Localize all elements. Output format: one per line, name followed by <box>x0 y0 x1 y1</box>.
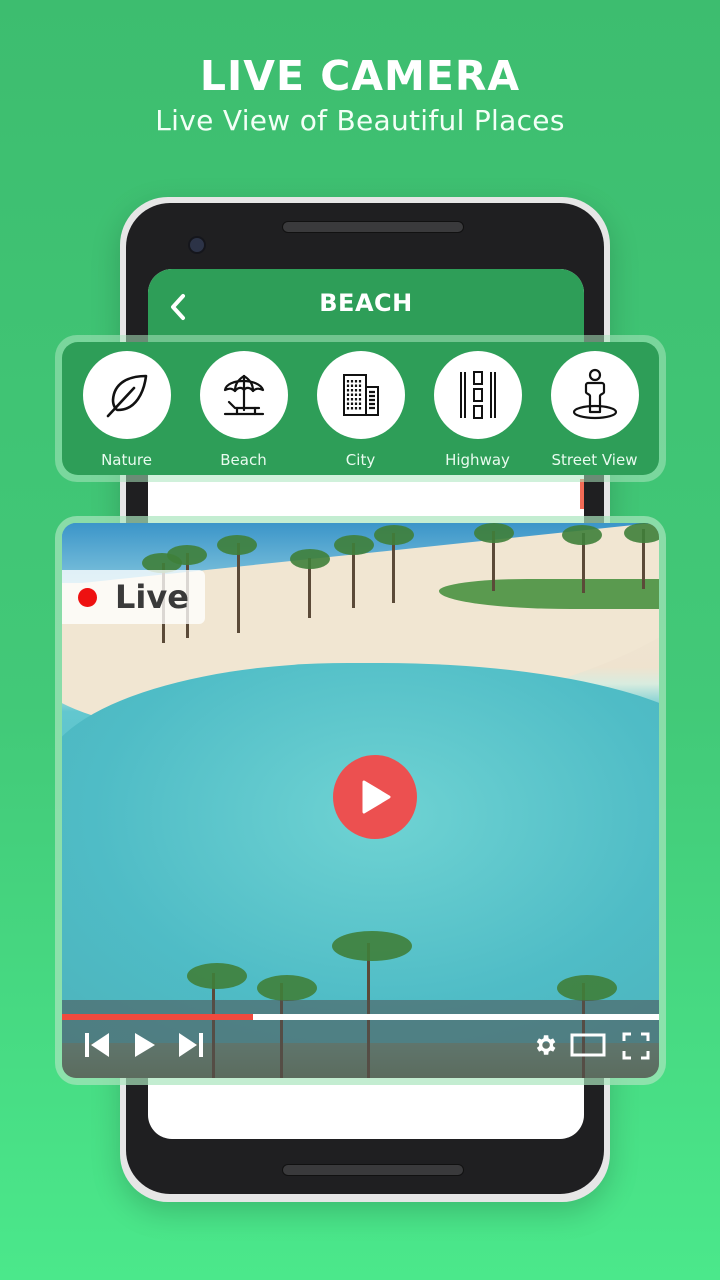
earpiece-speaker <box>282 221 464 233</box>
category-nature[interactable]: Nature <box>71 342 183 475</box>
category-label: Nature <box>101 451 152 469</box>
live-badge: Live <box>62 570 205 624</box>
video-player[interactable]: Live <box>62 523 659 1078</box>
progress-bar[interactable] <box>62 1014 659 1020</box>
category-city[interactable]: City <box>305 342 417 475</box>
skip-previous-button[interactable] <box>84 1032 110 1058</box>
player-controls-bar <box>62 1000 659 1078</box>
category-label: Beach <box>220 451 267 469</box>
settings-icon <box>536 1035 556 1055</box>
live-indicator-dot <box>78 587 97 607</box>
fullscreen-icon <box>622 1032 650 1060</box>
play-button[interactable] <box>134 1032 156 1058</box>
front-camera <box>188 236 206 254</box>
buildings-icon <box>342 374 379 416</box>
category-icon-circle <box>316 351 405 439</box>
center-play-button[interactable] <box>333 755 417 839</box>
street-view-person-icon <box>572 368 617 420</box>
category-icon-circle <box>550 351 639 439</box>
theater-mode-icon <box>570 1033 606 1057</box>
live-label: Live <box>115 578 189 616</box>
promo-subtitle: Live View of Beautiful Places <box>155 104 565 137</box>
promo-title: LIVE CAMERA <box>199 52 521 100</box>
category-icon-circle <box>82 351 171 439</box>
fullscreen-button[interactable] <box>622 1032 650 1060</box>
category-icon-circle <box>433 351 522 439</box>
leaf-icon <box>106 374 147 418</box>
play-icon <box>362 780 391 814</box>
skip-next-icon <box>179 1033 203 1057</box>
category-highway[interactable]: Highway <box>422 342 534 475</box>
category-bar: Nature Beach City Highway Street View <box>62 342 659 475</box>
bottom-speaker <box>282 1164 464 1176</box>
skip-next-button[interactable] <box>178 1032 204 1058</box>
theater-mode-button[interactable] <box>570 1032 606 1058</box>
category-icon-circle <box>199 351 288 439</box>
progress-fill <box>62 1014 254 1020</box>
app-bar-title: BEACH <box>319 289 413 317</box>
settings-button[interactable] <box>532 1032 558 1058</box>
play-icon <box>135 1033 155 1057</box>
scroll-indicator <box>580 479 584 509</box>
category-street-view[interactable]: Street View <box>539 342 651 475</box>
road-icon <box>459 371 496 419</box>
skip-previous-icon <box>85 1033 109 1057</box>
category-label: City <box>345 451 376 469</box>
category-label: Highway <box>445 451 510 469</box>
category-beach[interactable]: Beach <box>188 342 300 475</box>
beach-umbrella-icon <box>223 374 264 416</box>
category-label: Street View <box>551 451 638 469</box>
